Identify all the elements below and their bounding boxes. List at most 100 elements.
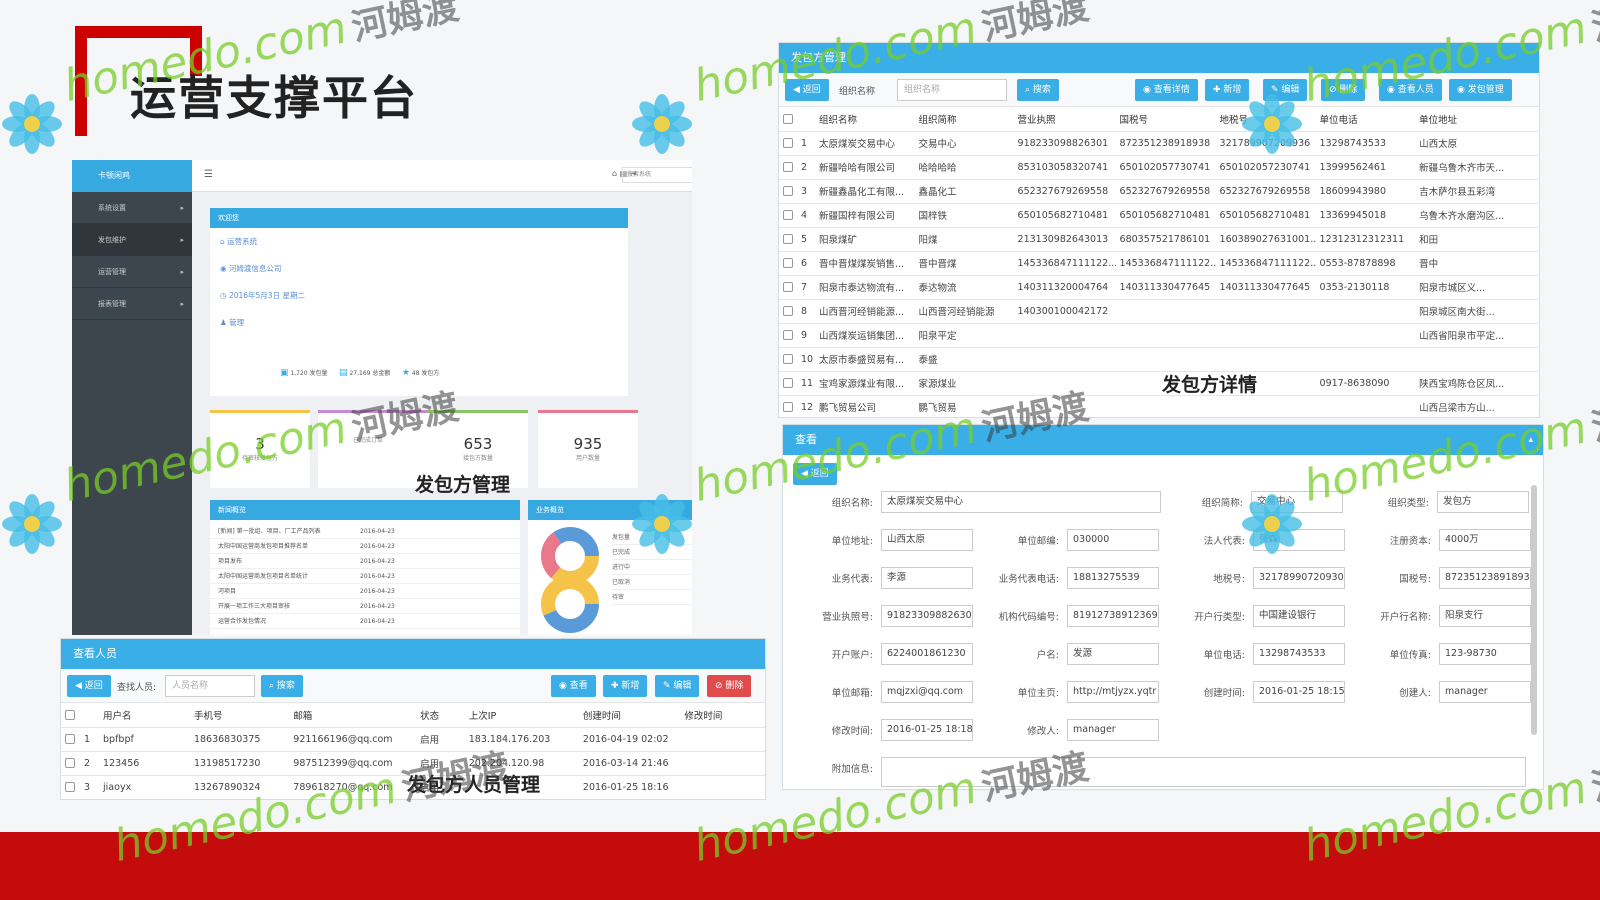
news-item[interactable]: 运营合作发包情况 2016-04-23: [210, 614, 520, 629]
detail-value[interactable]: 2016-01-25 18:15: [1253, 681, 1345, 703]
select-all-checkbox[interactable]: [783, 113, 793, 124]
row-checkbox[interactable]: [783, 378, 793, 388]
column-header[interactable]: 营业执照: [1013, 107, 1116, 132]
news-item[interactable]: 太阳中国运营商发包项目推荐名单 2016-04-23: [210, 539, 520, 554]
detail-value[interactable]: 030000: [1067, 529, 1159, 551]
back-button[interactable]: ◀ 返回: [785, 79, 829, 101]
column-header[interactable]: 状态: [416, 703, 465, 728]
column-header[interactable]: 单位电话: [1315, 107, 1416, 132]
column-header[interactable]: [80, 703, 100, 728]
detail-value[interactable]: manager: [1067, 719, 1159, 741]
column-header[interactable]: 修改时间: [680, 703, 765, 728]
people-action-button-2[interactable]: ✎ 编辑: [655, 675, 700, 697]
detail-value[interactable]: 2016-01-25 18:18: [881, 719, 973, 741]
row-checkbox[interactable]: [783, 402, 793, 412]
top-search-input[interactable]: 搜索系统: [622, 167, 692, 183]
table-row[interactable]: 11 宝鸡家源煤业有限... 家源煤业 0917-8638090 陕西宝鸡陈仓区凤...: [779, 371, 1539, 396]
detail-value[interactable]: 819127389123691: [1067, 605, 1159, 627]
people-action-button-3[interactable]: ⊘ 删除: [707, 675, 752, 697]
detail-value[interactable]: 918233098826301: [881, 605, 973, 627]
action-button-1[interactable]: ✚ 新增: [1205, 79, 1250, 101]
column-header[interactable]: 单位地址: [1415, 107, 1539, 132]
column-header[interactable]: 用户名: [99, 703, 190, 728]
column-header[interactable]: 组织名称: [815, 107, 915, 132]
action-button-2[interactable]: ✎ 编辑: [1263, 79, 1308, 101]
row-checkbox[interactable]: [783, 210, 793, 220]
table-row[interactable]: 4 新疆国梓有限公司 国梓铁 650105682710481 6501056827104…: [779, 203, 1539, 228]
note-textarea[interactable]: [881, 757, 1526, 787]
row-checkbox[interactable]: [783, 162, 793, 172]
detail-value[interactable]: 交易中心: [1251, 491, 1343, 513]
table-row[interactable]: 6 晋中晋煤煤炭销售... 晋中晋煤 145336847111122... 145336…: [779, 251, 1539, 276]
people-search-input[interactable]: 人员名称: [165, 675, 255, 697]
row-checkbox[interactable]: [65, 758, 75, 768]
table-row[interactable]: 12 鹏飞贸易公司 鹏飞贸易 山西吕梁市方山...: [779, 395, 1539, 417]
column-header[interactable]: 国税号: [1115, 107, 1216, 132]
column-header[interactable]: [61, 703, 81, 728]
row-checkbox[interactable]: [783, 186, 793, 196]
table-row[interactable]: 3 新疆鑫晶化工有限... 鑫晶化工 652327679269558 652327679…: [779, 179, 1539, 204]
table-row[interactable]: 2 新疆哈哈有限公司 哈哈哈哈 853103058320741 650102057730…: [779, 155, 1539, 180]
table-row[interactable]: 1 bpfbpf 18636830375 921166196@qq.com 启用 183.…: [61, 727, 765, 752]
search-button[interactable]: ⌕ 搜索: [1017, 79, 1059, 101]
people-back-button[interactable]: ◀ 返回: [67, 675, 111, 697]
table-row[interactable]: 7 阳泉市泰达物流有... 泰达物流 140311320004764 140311330…: [779, 275, 1539, 300]
people-action-button-1[interactable]: ✚ 新增: [603, 675, 648, 697]
detail-value[interactable]: 18813275539: [1067, 567, 1159, 589]
news-item[interactable]: 太阳中国运营商发包项目名单统计 2016-04-23: [210, 569, 520, 584]
column-header[interactable]: 创建时间: [578, 703, 681, 728]
news-item[interactable]: [新闻] 第一批组、项目、厂工产品列表 2016-04-23: [210, 524, 520, 539]
column-header[interactable]: 邮箱: [289, 703, 417, 728]
news-item[interactable]: 项目发布 2016-04-23: [210, 554, 520, 569]
column-header[interactable]: [797, 107, 815, 132]
detail-value[interactable]: 4000万: [1439, 529, 1531, 551]
sidebar-item-issuer[interactable]: 发包维护: [72, 224, 192, 256]
detail-value[interactable]: 321789907209304: [1253, 567, 1345, 589]
detail-value[interactable]: 6224001861230: [881, 643, 973, 665]
row-checkbox[interactable]: [783, 306, 793, 316]
select-all-checkbox[interactable]: [65, 709, 75, 720]
detail-value[interactable]: 山西太原: [881, 529, 973, 551]
detail-value[interactable]: 阳泉支行: [1439, 605, 1531, 627]
detail-value[interactable]: 太原煤炭交易中心: [881, 491, 1161, 513]
collapse-icon[interactable]: ▴: [1528, 425, 1533, 455]
news-item[interactable]: 河项目 2016-04-23: [210, 584, 520, 599]
detail-value[interactable]: 发包方: [1437, 491, 1529, 513]
detail-scrollbar[interactable]: [1531, 485, 1537, 735]
column-header[interactable]: 地税号: [1215, 107, 1316, 132]
table-row[interactable]: 1 太原煤炭交易中心 交易中心 918233098826301 872351238918…: [779, 131, 1539, 156]
sidebar-item-operation[interactable]: 运营管理: [72, 256, 192, 288]
detail-value[interactable]: 中国建设银行: [1253, 605, 1345, 627]
sidebar-item-report[interactable]: 报表管理: [72, 288, 192, 320]
action-button-4[interactable]: ◉ 查看人员: [1379, 79, 1442, 101]
action-button-3[interactable]: ⊘ 删除: [1321, 79, 1366, 101]
table-row[interactable]: 8 山西晋河经销能源... 山西晋河经销能源 140300100042172 阳泉城区南…: [779, 299, 1539, 324]
row-checkbox[interactable]: [783, 234, 793, 244]
table-row[interactable]: 5 阳泉煤矿 阳煤 213130982643013 680357521786101 160…: [779, 227, 1539, 252]
row-checkbox[interactable]: [65, 734, 75, 744]
row-checkbox[interactable]: [783, 354, 793, 364]
sidebar-item-settings[interactable]: 系统设置: [72, 192, 192, 224]
detail-value[interactable]: 李源: [881, 567, 973, 589]
column-header[interactable]: 上次IP: [464, 703, 579, 728]
column-header[interactable]: [779, 107, 797, 132]
people-action-button-0[interactable]: ◉ 查看: [551, 675, 596, 697]
detail-value[interactable]: manager: [1439, 681, 1531, 703]
detail-value[interactable]: 123-98730: [1439, 643, 1531, 665]
row-checkbox[interactable]: [65, 782, 75, 792]
org-search-input[interactable]: 组织名称: [897, 79, 1007, 101]
people-search-button[interactable]: ⌕ 搜索: [261, 675, 303, 697]
table-row[interactable]: 10 太原市泰盛贸易有... 泰盛: [779, 347, 1539, 372]
detail-back-button[interactable]: ◀ 返回: [793, 463, 837, 485]
detail-value[interactable]: http://mtjyzx.yqtr: [1067, 681, 1159, 703]
action-button-5[interactable]: ◉ 发包管理: [1449, 79, 1512, 101]
menu-icon[interactable]: ☰: [204, 169, 213, 180]
column-header[interactable]: 手机号: [189, 703, 290, 728]
detail-value[interactable]: 13298743533: [1253, 643, 1345, 665]
detail-value[interactable]: 张森: [1253, 529, 1345, 551]
row-checkbox[interactable]: [783, 282, 793, 292]
news-item[interactable]: 开展一项工作三大项目审核 2016-04-23: [210, 599, 520, 614]
table-row[interactable]: 9 山西煤炭运销集团... 阳泉平定 山西省阳泉市平定...: [779, 323, 1539, 348]
row-checkbox[interactable]: [783, 138, 793, 148]
row-checkbox[interactable]: [783, 330, 793, 340]
